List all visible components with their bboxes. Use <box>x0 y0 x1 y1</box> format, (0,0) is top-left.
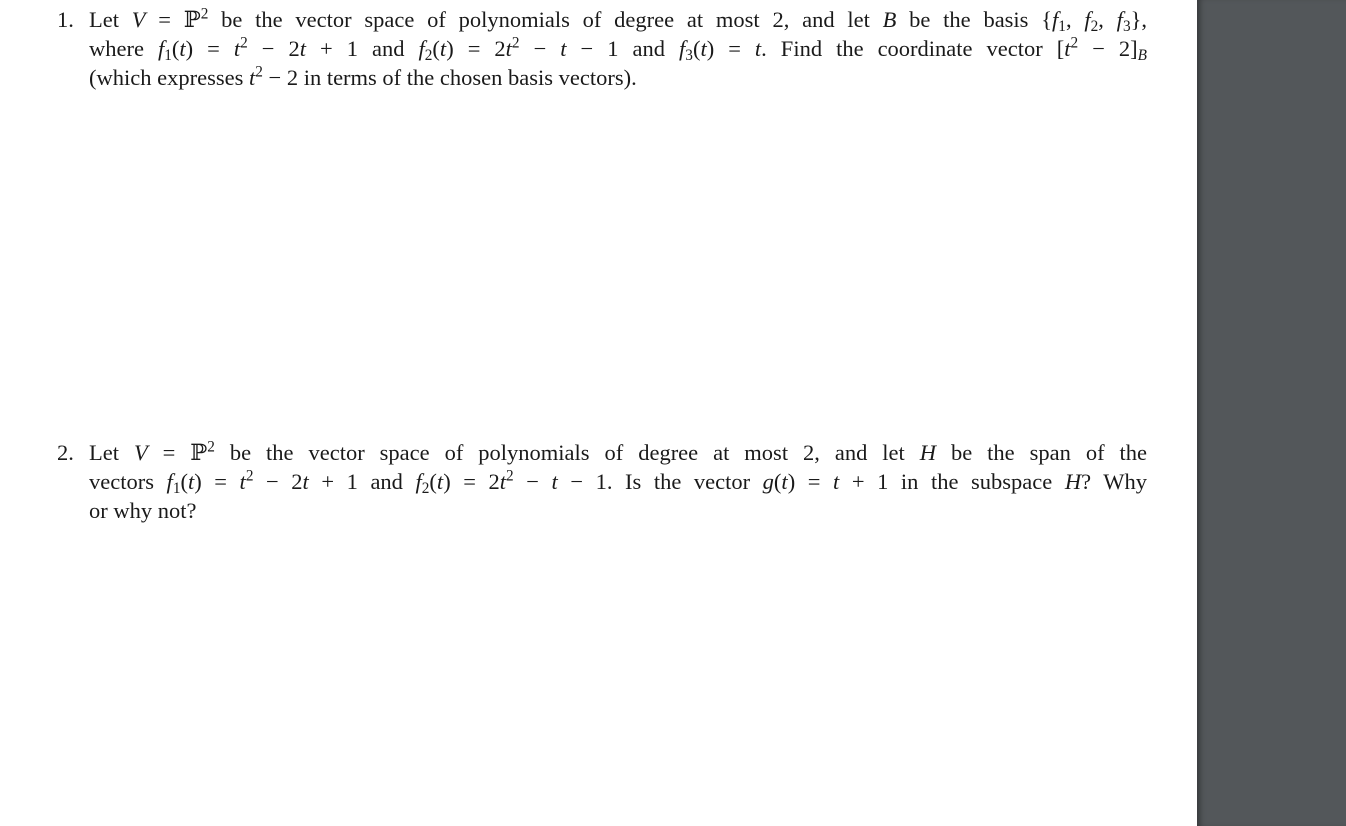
text: be the vector space of polynomials of de… <box>208 7 883 32</box>
math-sub: 1 <box>164 46 172 64</box>
text: where <box>89 36 158 61</box>
text: or why not? <box>89 498 197 523</box>
math-sub: B <box>1137 46 1147 64</box>
math-var: H <box>1064 469 1082 494</box>
text: − <box>519 36 561 61</box>
viewer-background <box>1197 0 1346 826</box>
text: be the basis { <box>896 7 1053 32</box>
text: − <box>513 469 552 494</box>
problem-text: Let V = ℙ2 be the vector space of polyno… <box>89 438 1147 525</box>
text: ( <box>429 469 437 494</box>
problem-text: Let V = ℙ 2 be the vector space of polyno… <box>89 5 1147 92</box>
text: = ℙ <box>147 440 208 465</box>
text: ( <box>432 36 440 61</box>
math-sub: 1 <box>1058 17 1066 35</box>
math-sup: 2 <box>240 34 248 52</box>
math-sup: 2 <box>207 438 215 456</box>
math-var: V <box>131 7 146 32</box>
text: , <box>1098 7 1117 32</box>
math-sup: 2 <box>255 63 263 81</box>
problem-line: or why not? <box>89 496 1147 525</box>
text: , <box>1065 7 1085 32</box>
text: ? Why <box>1081 469 1147 494</box>
problem-1: 1. Let V = ℙ 2 be the vector space of pol… <box>57 5 1147 92</box>
problem-line: vectors f1(t) = t2 − 2t + 1 and f2(t) = … <box>89 467 1147 496</box>
text: ) = <box>787 469 833 494</box>
math-var: H <box>919 440 937 465</box>
pdf-page: 1. Let V = ℙ2 be the vector space of pol… <box>0 0 1197 826</box>
problem-number: 2. <box>57 440 74 465</box>
math-sub: 3 <box>1122 17 1131 35</box>
text: − 1. Is the vector <box>557 469 763 494</box>
problem-number: 1. <box>57 7 74 32</box>
text: ) = <box>706 36 755 61</box>
text: Let <box>89 7 132 32</box>
text: ) = <box>185 36 234 61</box>
text: − 2 in terms of the chosen basis vectors… <box>262 65 637 90</box>
math-var: V <box>133 440 148 465</box>
math-var: B <box>882 7 897 32</box>
text: + 1 in the subspace <box>839 469 1065 494</box>
text: − 1 and <box>566 36 680 61</box>
text: ) = 2 <box>443 469 500 494</box>
math-sup: 2 <box>511 34 520 52</box>
text: − 2 <box>247 36 300 61</box>
math-sup: 2 <box>506 467 514 485</box>
text: Let <box>89 440 134 465</box>
math-sub: 3 <box>685 46 693 64</box>
text: (which expresses <box>89 65 249 90</box>
text: ) = 2 <box>446 36 506 61</box>
text: = ℙ <box>145 7 201 32</box>
problem-line: Let V = ℙ2 be the vector space of polyno… <box>89 5 1147 34</box>
problem-line: where f1(t) = t2 − 2t + 1 and f2(t) = 2t… <box>89 34 1147 63</box>
text: vectors <box>89 469 167 494</box>
text: − 2 <box>253 469 303 494</box>
text: be the span of the <box>936 440 1148 465</box>
text: ( <box>180 469 188 494</box>
text: ) = <box>194 469 240 494</box>
text: }, <box>1130 7 1148 32</box>
text: + 1 and <box>306 36 419 61</box>
problem-line: Let V = ℙ2 be the vector space of polyno… <box>89 438 1147 467</box>
math-var: g <box>762 469 774 494</box>
text: − 2] <box>1078 36 1138 61</box>
problem-2: 2. Let V = ℙ2 be the vector space of pol… <box>57 438 1147 525</box>
problem-line: (which expresses t2 − 2 in terms of the … <box>89 63 1147 92</box>
text: + 1 and <box>308 469 416 494</box>
text: be the vector space of polynomials of de… <box>214 440 920 465</box>
text: . Find the coordinate vector [ <box>761 36 1065 61</box>
